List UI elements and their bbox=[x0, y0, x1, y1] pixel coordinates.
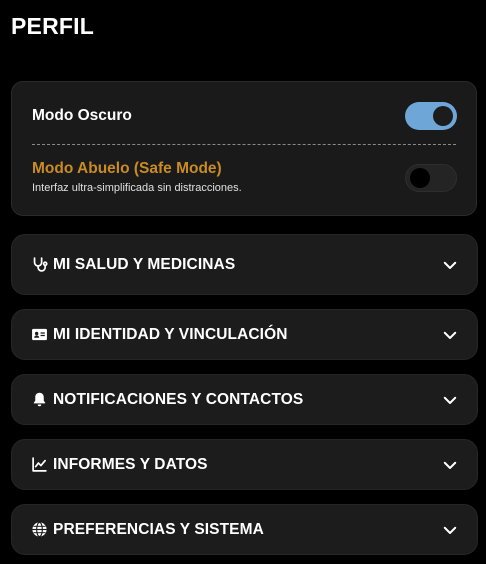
dark-mode-toggle[interactable] bbox=[405, 102, 457, 130]
divider bbox=[32, 144, 456, 145]
page-title: PERFIL bbox=[11, 13, 94, 39]
chart-line-icon bbox=[31, 456, 48, 473]
section-title: MI IDENTIDAD Y VINCULACIÓN bbox=[53, 325, 288, 343]
section-title: INFORMES Y DATOS bbox=[53, 455, 208, 473]
chevron-down-icon bbox=[441, 521, 459, 539]
bell-icon bbox=[31, 391, 48, 408]
grandpa-mode-toggle[interactable] bbox=[405, 164, 457, 192]
stethoscope-icon bbox=[31, 256, 48, 273]
section-title: MI SALUD Y MEDICINAS bbox=[53, 255, 236, 273]
section-title: NOTIFICACIONES Y CONTACTOS bbox=[53, 390, 304, 408]
grandpa-mode-label: Modo Abuelo (Safe Mode) bbox=[32, 160, 222, 177]
chevron-down-icon bbox=[441, 326, 459, 344]
section-identity-linking[interactable]: MI IDENTIDAD Y VINCULACIÓN bbox=[11, 309, 478, 360]
section-title: PREFERENCIAS Y SISTEMA bbox=[53, 520, 264, 538]
display-settings-card: Modo Oscuro Modo Abuelo (Safe Mode) Inte… bbox=[11, 81, 477, 216]
dark-mode-label: Modo Oscuro bbox=[32, 107, 132, 124]
globe-icon bbox=[31, 521, 48, 538]
grandpa-mode-description: Interfaz ultra-simplificada sin distracc… bbox=[32, 182, 242, 194]
toggle-knob bbox=[433, 106, 453, 126]
section-preferences-system[interactable]: PREFERENCIAS Y SISTEMA bbox=[11, 504, 478, 555]
section-reports-data[interactable]: INFORMES Y DATOS bbox=[11, 439, 478, 490]
chevron-down-icon bbox=[441, 256, 459, 274]
id-card-icon bbox=[31, 326, 48, 343]
section-health-medicines[interactable]: MI SALUD Y MEDICINAS bbox=[11, 234, 478, 295]
chevron-down-icon bbox=[441, 456, 459, 474]
section-notifications-contacts[interactable]: NOTIFICACIONES Y CONTACTOS bbox=[11, 374, 478, 425]
chevron-down-icon bbox=[441, 391, 459, 409]
toggle-knob bbox=[410, 168, 430, 188]
